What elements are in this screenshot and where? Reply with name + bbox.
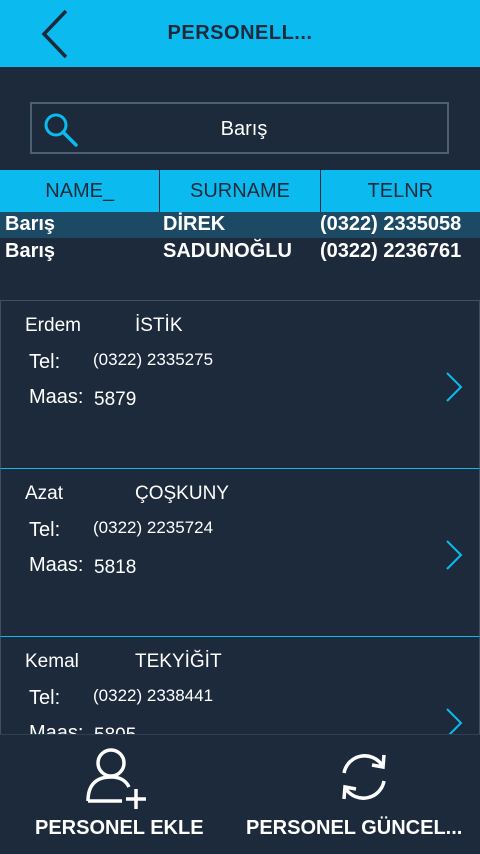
- row-tel: (0322) 2236761: [320, 240, 462, 262]
- refresh-icon: [342, 754, 386, 800]
- back-arrow-icon[interactable]: [36, 8, 76, 60]
- row-surname: DİREK: [163, 213, 226, 235]
- update-personnel-label: PERSONEL GÜNCEL...: [246, 817, 463, 839]
- column-header-telnr[interactable]: TELNR: [321, 170, 480, 212]
- page-title: PERSONELL...: [167, 22, 313, 44]
- tel-label: Tel:: [29, 519, 61, 541]
- maas-label: Maas:: [29, 554, 84, 576]
- column-header-name[interactable]: NAME_: [0, 170, 161, 212]
- item-name: Azat: [25, 483, 64, 504]
- chevron-right-icon[interactable]: [445, 539, 463, 571]
- tel-label: Tel:: [29, 687, 61, 709]
- add-user-icon: [86, 748, 146, 809]
- add-personnel-button[interactable]: PERSONEL EKLE: [0, 735, 240, 854]
- item-maas: 5879: [94, 389, 137, 410]
- item-tel: (0322) 2335275: [93, 350, 214, 369]
- row-name: Barış: [5, 213, 56, 235]
- list-item[interactable]: Azat ÇOŞKUNY Tel: (0322) 2235724 Maas: 5…: [0, 469, 480, 637]
- list-item[interactable]: Erdem İSTİK Tel: (0322) 2335275 Maas: 58…: [0, 301, 480, 469]
- bottom-action-bar: PERSONEL EKLE PERSONEL GÜNCEL...: [0, 734, 480, 854]
- item-tel: (0322) 2235724: [93, 518, 214, 537]
- row-tel: (0322) 2335058: [320, 213, 462, 235]
- add-personnel-label: PERSONEL EKLE: [35, 817, 204, 839]
- personnel-list[interactable]: Erdem İSTİK Tel: (0322) 2335275 Maas: 58…: [0, 300, 480, 735]
- row-surname: SADUNOĞLU: [163, 240, 292, 262]
- search-icon: [44, 113, 78, 147]
- item-surname: ÇOŞKUNY: [135, 483, 229, 504]
- item-name: Erdem: [25, 315, 81, 336]
- table-row[interactable]: Barış SADUNOĞLU (0322) 2236761: [0, 239, 480, 265]
- item-name: Kemal: [25, 651, 79, 672]
- tel-label: Tel:: [29, 351, 61, 373]
- item-surname: TEKYİĞİT: [135, 651, 222, 672]
- column-header-surname[interactable]: SURNAME: [160, 170, 321, 212]
- search-box[interactable]: [30, 102, 449, 154]
- item-surname: İSTİK: [135, 315, 183, 336]
- item-maas: 5818: [94, 557, 137, 578]
- chevron-right-icon[interactable]: [445, 371, 463, 403]
- maas-label: Maas:: [29, 386, 84, 408]
- table-row[interactable]: Barış DİREK (0322) 2335058: [0, 212, 480, 238]
- item-tel: (0322) 2338441: [93, 686, 214, 705]
- row-name: Barış: [5, 240, 56, 262]
- search-section: [0, 67, 480, 170]
- chevron-right-icon[interactable]: [445, 707, 463, 735]
- app-header: PERSONELL...: [0, 0, 480, 67]
- list-item[interactable]: Kemal TEKYİĞİT Tel: (0322) 2338441 Maas:…: [0, 637, 480, 735]
- results-table-header: NAME_ SURNAME TELNR: [0, 170, 480, 212]
- update-personnel-button[interactable]: PERSONEL GÜNCEL...: [240, 735, 480, 854]
- search-input[interactable]: [92, 104, 396, 154]
